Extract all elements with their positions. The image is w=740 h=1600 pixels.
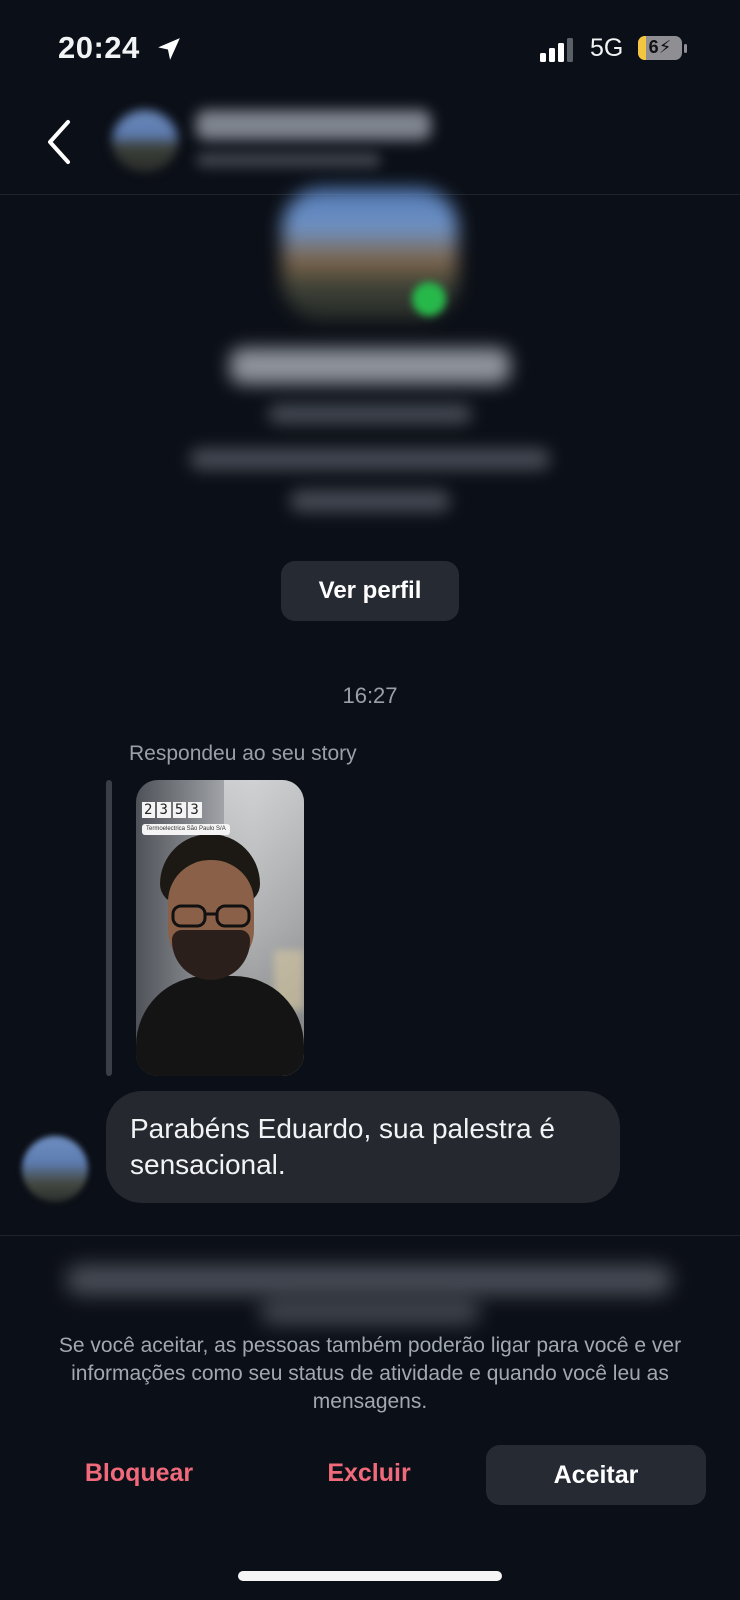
glasses-shape [171,904,251,928]
signal-bars-icon [540,38,573,62]
battery-level: 6 [648,37,659,57]
story-thumbnail[interactable]: 2353 Termoelectrica São Paulo S/A [136,780,304,1076]
story-clock-digit: 3 [188,802,202,818]
story-reply-bar [106,780,112,1076]
sender-avatar[interactable] [22,1136,88,1202]
online-status-dot [412,282,446,316]
footer-divider [0,1235,740,1236]
story-reply-label: Respondeu ao seu story [129,742,357,765]
profile-meta-blurred [290,490,450,512]
view-profile-button[interactable]: Ver perfil [281,561,459,621]
network-type: 5G [590,34,624,62]
header-avatar[interactable] [112,110,178,172]
battery-icon: 6⚡ [638,36,688,62]
chevron-left-icon[interactable] [44,118,74,166]
message-timestamp: 16:27 [342,683,398,708]
story-location-tag: Termoelectrica São Paulo S/A [142,824,230,835]
message-bubble[interactable]: Parabéns Eduardo, sua palestra é sensaci… [106,1091,620,1203]
status-time: 20:24 [58,30,140,65]
request-title-blurred-line2 [260,1300,480,1324]
story-clock-digit: 5 [172,802,187,818]
request-title-blurred [66,1265,672,1295]
header-username-blurred[interactable] [196,110,431,140]
location-arrow-icon [158,38,180,60]
profile-name-blurred [230,348,510,384]
header-subtitle-blurred [196,152,381,168]
block-button[interactable]: Bloquear [64,1445,214,1501]
delete-button[interactable]: Excluir [294,1445,444,1501]
profile-username-blurred [268,404,472,424]
story-clock-digit: 2 [142,802,156,818]
home-indicator[interactable] [238,1571,502,1581]
request-notice: Se você aceitar, as pessoas também poder… [58,1334,682,1413]
accept-button[interactable]: Aceitar [486,1445,706,1505]
story-clock: 2353 [142,802,204,818]
profile-stats-blurred [190,448,550,470]
story-clock-digit: 3 [157,802,171,818]
